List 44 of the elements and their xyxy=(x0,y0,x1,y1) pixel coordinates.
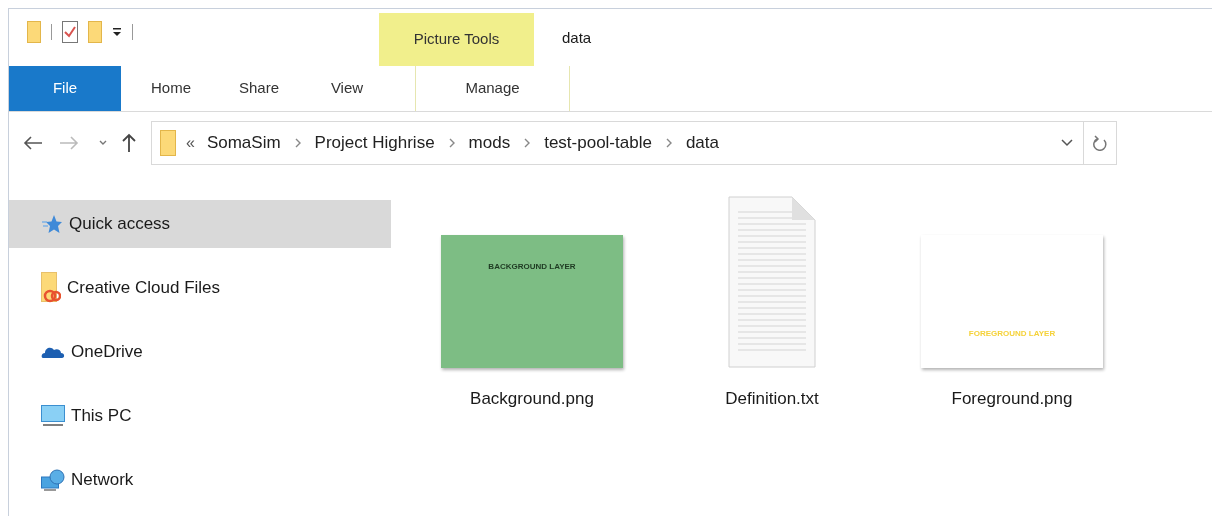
chevron-right-icon[interactable] xyxy=(448,138,455,148)
sidebar-item[interactable]: Creative Cloud Files xyxy=(9,264,391,312)
folder-icon xyxy=(160,130,176,156)
cloud-icon xyxy=(41,345,65,359)
chevron-right-icon[interactable] xyxy=(524,138,531,148)
network-icon xyxy=(41,469,65,491)
file-name: Background.png xyxy=(470,388,594,410)
folder-cloud-icon xyxy=(41,272,61,304)
file-tab[interactable]: File xyxy=(9,66,121,111)
sidebar-item[interactable]: Network xyxy=(9,456,391,504)
refresh-icon xyxy=(1093,135,1107,151)
text-document-icon xyxy=(728,196,816,368)
checklist-icon[interactable] xyxy=(62,21,78,43)
star-icon xyxy=(41,214,63,234)
back-arrow-icon[interactable] xyxy=(23,135,43,151)
thumbnail-text: BACKGROUND LAYER xyxy=(488,261,576,273)
file-item[interactable]: FOREGROUND LAYER Foreground.png xyxy=(907,196,1117,412)
chevron-right-icon[interactable] xyxy=(294,138,301,148)
file-name: Definition.txt xyxy=(725,388,819,410)
breadcrumb[interactable]: test-pool-table xyxy=(544,130,652,156)
refresh-button[interactable] xyxy=(1084,121,1117,165)
sidebar-item[interactable]: Quick access xyxy=(9,200,391,248)
file-name: Foreground.png xyxy=(951,388,1073,410)
window-title: data xyxy=(562,28,592,48)
up-arrow-icon[interactable] xyxy=(121,133,137,153)
chevron-down-icon[interactable] xyxy=(1061,139,1073,147)
ribbon-tab[interactable]: Manage xyxy=(415,66,570,111)
sidebar-item[interactable]: OneDrive xyxy=(9,328,391,376)
monitor-icon xyxy=(41,405,65,427)
file-item[interactable]: BACKGROUND LAYER Background.png xyxy=(427,196,637,412)
dropdown-icon[interactable] xyxy=(112,27,122,37)
thumbnail-text: FOREGROUND LAYER xyxy=(968,328,1056,340)
breadcrumb[interactable]: Project Highrise xyxy=(314,130,435,156)
chevron-right-icon[interactable] xyxy=(665,138,672,148)
file-item[interactable]: Definition.txt xyxy=(667,196,877,412)
address-bar[interactable]: « SomaSim Project Highrise mods test-pool-table data xyxy=(151,121,1084,165)
sidebar-item[interactable]: This PC xyxy=(9,392,391,440)
breadcrumb[interactable]: mods xyxy=(468,130,511,156)
overflow-chevron[interactable]: « xyxy=(186,131,195,155)
forward-arrow-icon[interactable] xyxy=(59,135,79,151)
context-tab-label: Picture Tools xyxy=(413,29,500,50)
breadcrumb[interactable]: SomaSim xyxy=(206,130,281,156)
breadcrumb[interactable]: data xyxy=(685,130,719,156)
chevron-down-icon[interactable] xyxy=(99,140,107,146)
